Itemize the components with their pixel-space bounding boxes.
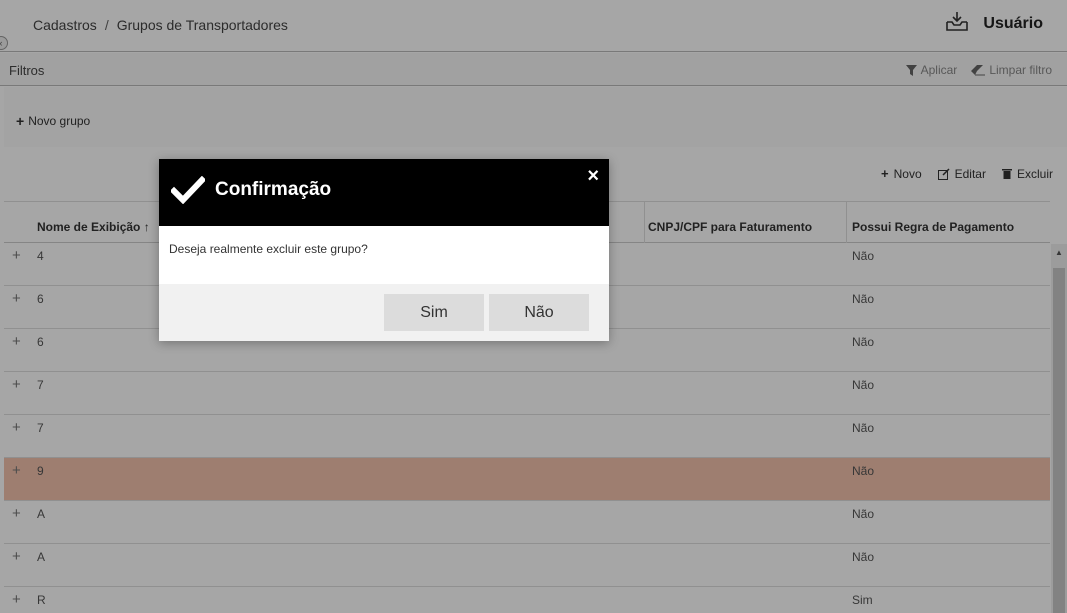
dialog-title: Confirmação xyxy=(215,179,332,200)
confirm-yes-button[interactable]: Sim xyxy=(384,294,484,331)
close-icon[interactable]: × xyxy=(587,165,599,188)
dialog-body: Deseja realmente excluir este grupo? xyxy=(159,226,609,284)
dialog-footer: Sim Não xyxy=(159,284,609,341)
confirm-no-button[interactable]: Não xyxy=(489,294,589,331)
checkmark-icon xyxy=(169,175,207,209)
dialog-message: Deseja realmente excluir este grupo? xyxy=(169,242,368,256)
dialog-header: Confirmação × xyxy=(159,159,609,226)
confirmation-dialog: Confirmação × Deseja realmente excluir e… xyxy=(159,159,609,341)
